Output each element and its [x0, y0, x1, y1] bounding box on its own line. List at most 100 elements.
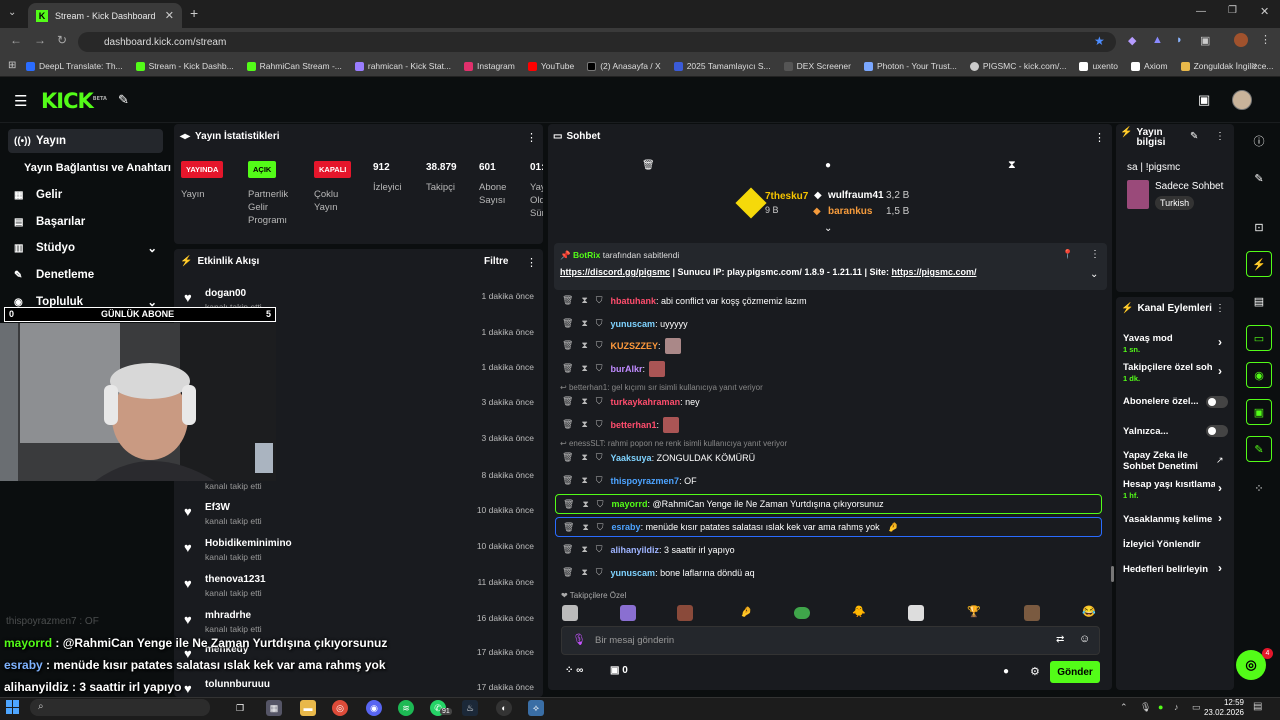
- user-avatar[interactable]: [1232, 90, 1252, 110]
- chat-message[interactable]: 🗑 ⧗ ⛉ Yaaksuya: ZONGULDAK KÖMÜRÜ: [562, 448, 1102, 467]
- reload-icon[interactable]: ↻: [57, 33, 67, 47]
- emote-icon[interactable]: 🐥: [852, 605, 866, 618]
- unpin-icon[interactable]: 📍: [1062, 249, 1073, 260]
- gear-icon[interactable]: ⚙: [1030, 665, 1040, 678]
- chat-username[interactable]: burAlkr: [611, 364, 643, 374]
- gifter-name[interactable]: 7thesku7: [765, 191, 808, 202]
- window-close-icon[interactable]: ✕: [1260, 5, 1269, 18]
- sidebar-item-studyo[interactable]: ▥ Stüdyo ⌄: [8, 236, 163, 260]
- menu-dots-icon[interactable]: ⋮: [1260, 33, 1271, 46]
- chat-username[interactable]: turkaykahraman: [611, 397, 681, 407]
- file-manager-icon[interactable]: ▦: [266, 700, 282, 716]
- actions-menu-icon[interactable]: ⋮: [1215, 303, 1225, 314]
- timeout-icon[interactable]: ⧗: [581, 452, 587, 463]
- expand-gifters-icon[interactable]: ⌄: [824, 223, 832, 234]
- activity-menu-icon[interactable]: ⋮: [526, 256, 537, 269]
- tray-app-icon[interactable]: ●: [1158, 702, 1163, 712]
- chat-message[interactable]: 🗑 ⧗ ⛉ esraby: menüde kısır patates salatası…: [555, 517, 1102, 537]
- activity-event[interactable]: ♥ thenova1231 kanalı takip etti 11 dakika ö…: [184, 572, 540, 608]
- bookmark-item[interactable]: Stream - Kick Dashb...: [135, 61, 234, 71]
- stats-menu-icon[interactable]: ⋮: [526, 131, 537, 144]
- minimize-icon[interactable]: —: [1196, 6, 1206, 17]
- delete-message-icon[interactable]: 🗑: [562, 475, 573, 486]
- chevron-right-icon[interactable]: ›: [1218, 364, 1222, 378]
- moderator-shield-icon[interactable]: ⛉: [596, 452, 603, 463]
- action-ai-moderation[interactable]: Yapay Zeka ile Sohbet Denetimi: [1123, 450, 1208, 472]
- chat-username[interactable]: thispoyrazmen7: [611, 476, 680, 486]
- apps-grid-icon[interactable]: ⊞: [8, 60, 16, 71]
- delete-message-icon[interactable]: 🗑: [563, 522, 574, 533]
- bookmark-item[interactable]: DeepL Translate: Th...: [26, 61, 123, 71]
- delete-message-icon[interactable]: 🗑: [562, 396, 573, 407]
- timeout-icon[interactable]: ⧗: [581, 295, 587, 306]
- hamburger-menu-icon[interactable]: ☰: [14, 92, 27, 110]
- emote-icon[interactable]: [677, 605, 693, 621]
- new-tab-icon[interactable]: +: [190, 5, 198, 21]
- bookmark-item[interactable]: Zonguldak İngilizce...: [1180, 61, 1273, 71]
- chat-menu-icon[interactable]: ⋮: [1094, 131, 1105, 144]
- maximize-icon[interactable]: ❐: [1228, 5, 1237, 16]
- task-view-icon[interactable]: ❐: [232, 700, 248, 716]
- timeout-icon[interactable]: ⧗: [581, 544, 587, 555]
- moderator-shield-icon[interactable]: ⛉: [596, 544, 603, 555]
- chat-message[interactable]: 🗑 ⧗ ⛉ alihanyildiz: 3 saattir irl yapıyo: [562, 540, 1102, 559]
- gifter-name[interactable]: barankus: [828, 206, 872, 217]
- sidebar-item-yayin[interactable]: ((•)) Yayın: [8, 129, 163, 153]
- emote-icon[interactable]: [1024, 605, 1040, 621]
- translate-icon[interactable]: ⇄: [1056, 634, 1064, 645]
- tray-chevron-icon[interactable]: ⌃: [1120, 702, 1128, 713]
- expand-pinned-icon[interactable]: ⌄: [1090, 269, 1098, 280]
- tools-icon[interactable]: ✎: [118, 92, 129, 108]
- chat-username[interactable]: yunuscam: [611, 319, 656, 329]
- delete-message-icon[interactable]: 🗑: [562, 340, 573, 351]
- more-bookmarks-icon[interactable]: »: [1252, 60, 1258, 71]
- steam-icon[interactable]: ♨: [462, 700, 478, 716]
- edit-icon[interactable]: ✎: [1246, 165, 1272, 191]
- external-link-icon[interactable]: ↗: [1216, 455, 1224, 466]
- chat-username[interactable]: yunuscam: [611, 568, 656, 578]
- bolt-icon[interactable]: ⚡: [1246, 251, 1272, 277]
- discord-icon[interactable]: ◉: [366, 700, 382, 716]
- chat-message[interactable]: 🗑 ⧗ ⛉ mayorrd: @RahmiCan Yenge ile Ne Zaman…: [555, 494, 1102, 514]
- chevron-right-icon[interactable]: ›: [1218, 561, 1222, 575]
- moderator-shield-icon[interactable]: ⛉: [596, 475, 603, 486]
- delete-message-icon[interactable]: 🗑: [562, 544, 573, 555]
- subscribers-only-toggle[interactable]: [1206, 396, 1228, 408]
- chevron-right-icon[interactable]: ›: [1218, 481, 1222, 495]
- bookmark-item[interactable]: (2) Anasayfa / X: [587, 61, 661, 71]
- sidebar-item-denetleme[interactable]: ✎ Denetleme: [8, 263, 163, 287]
- exclusive-toggle[interactable]: [1206, 425, 1228, 437]
- chat-message[interactable]: 🗑 ⧗ ⛉ KUZSZZEY:: [562, 336, 1102, 355]
- chat-message[interactable]: 🗑 ⧗ ⛉ thispoyrazmen7: OF: [562, 471, 1102, 490]
- windows-start-icon[interactable]: [6, 700, 20, 714]
- emote-icon[interactable]: [794, 607, 810, 619]
- extension-icon[interactable]: ▲: [1152, 34, 1163, 46]
- bookmark-item[interactable]: rahmican - Kick Stat...: [354, 61, 451, 71]
- timeout-icon[interactable]: ⧗: [581, 340, 587, 351]
- bookmark-item[interactable]: Instagram: [464, 61, 515, 71]
- moderator-shield-icon[interactable]: ⛉: [597, 522, 604, 533]
- broadcast-icon[interactable]: ◉: [1246, 362, 1272, 388]
- chat-message[interactable]: 🗑 ⧗ ⛉ betterhan1:: [562, 415, 1102, 434]
- wallet-icon[interactable]: ▣: [1198, 92, 1210, 108]
- trash-icon[interactable]: 🗑: [642, 160, 655, 171]
- emote-icon[interactable]: [908, 605, 924, 621]
- bookmark-item[interactable]: PIGSMC - kick.com/...: [969, 61, 1066, 71]
- kick-logo[interactable]: KICKBETA: [41, 89, 107, 113]
- timeout-icon[interactable]: ⧗: [581, 363, 587, 374]
- moderator-shield-icon[interactable]: ⛉: [596, 396, 603, 407]
- timeout-icon[interactable]: ⧗: [581, 419, 587, 430]
- profile-avatar[interactable]: [1234, 33, 1248, 47]
- capture-icon[interactable]: ⊡: [1246, 214, 1272, 240]
- folder-icon[interactable]: ▬: [300, 700, 316, 716]
- action-banned-words[interactable]: Yasaklanmış kelime: [1123, 514, 1215, 525]
- chrome-icon[interactable]: ◎: [332, 700, 348, 716]
- chat-message[interactable]: 🗑 ⧗ ⛉ burAlkr:: [562, 359, 1102, 378]
- filter-button[interactable]: Filtre: [484, 256, 508, 267]
- timeout-icon[interactable]: ⧗: [581, 475, 587, 486]
- delete-message-icon[interactable]: 🗑: [562, 419, 573, 430]
- notification-center-icon[interactable]: ▤: [1253, 701, 1262, 712]
- delete-message-icon[interactable]: 🗑: [562, 318, 573, 329]
- speaker-icon[interactable]: ♪: [1174, 702, 1179, 712]
- chat-bubble-icon[interactable]: ●: [1003, 666, 1009, 677]
